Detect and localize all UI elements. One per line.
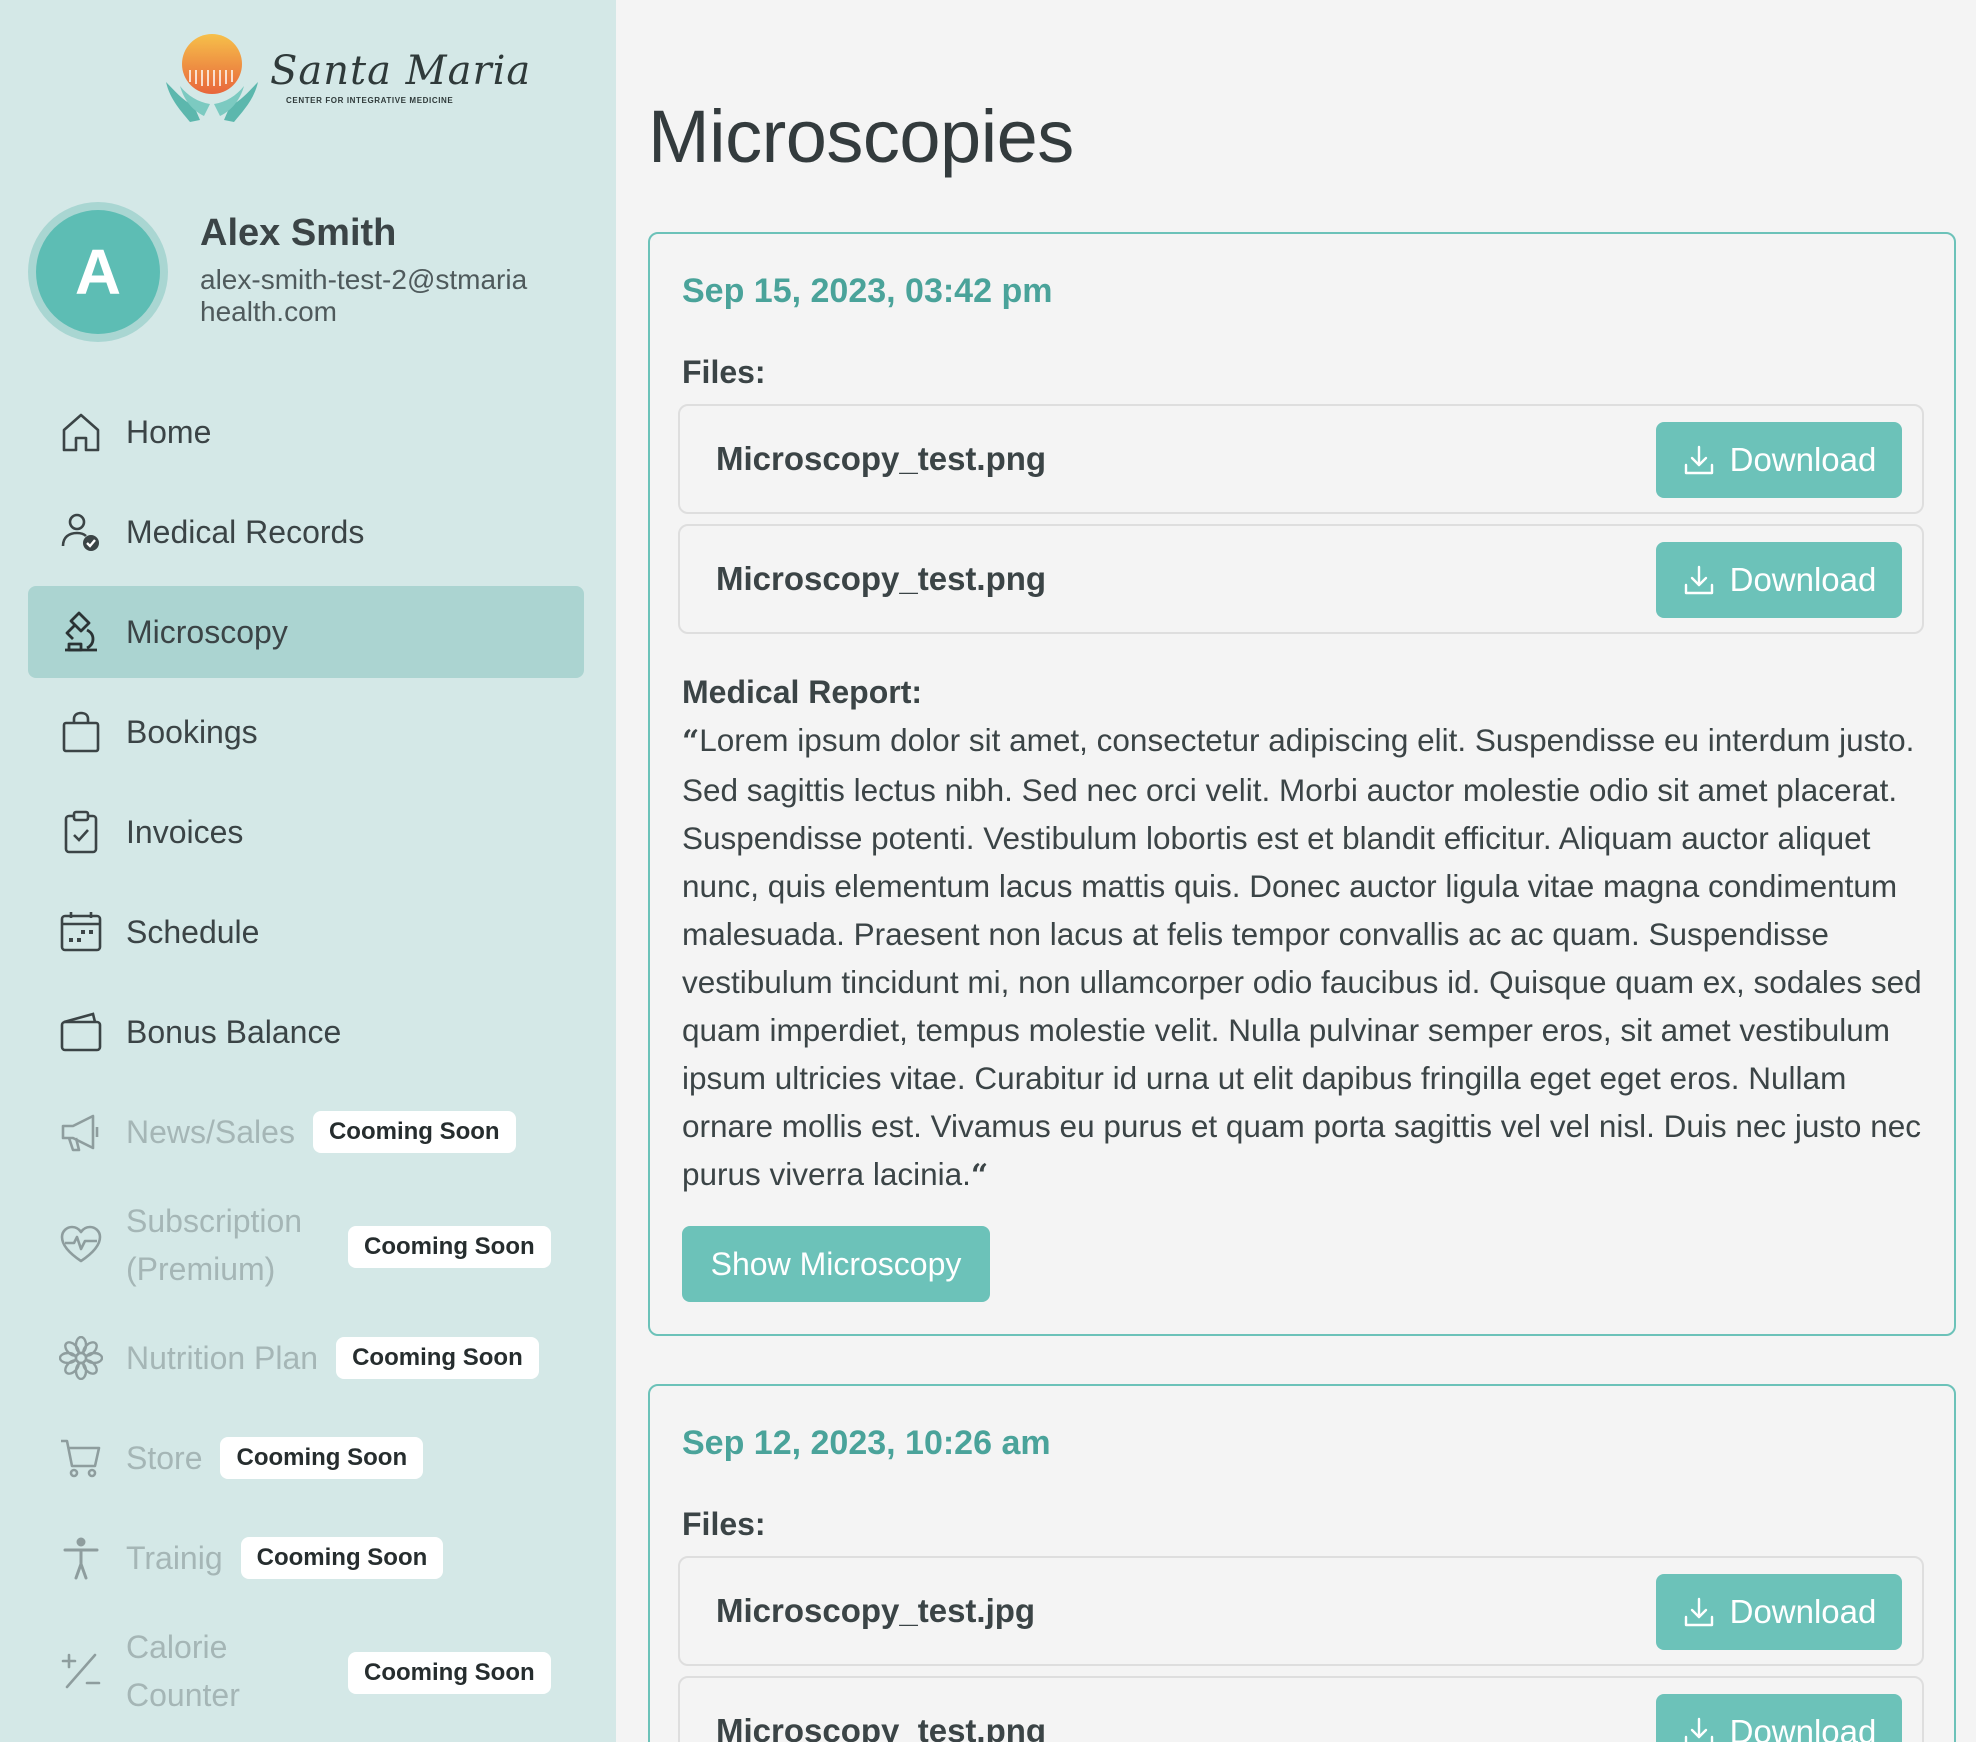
wallet-icon bbox=[58, 1009, 104, 1055]
sidebar: Santa Maria CENTER FOR INTEGRATIVE MEDIC… bbox=[0, 0, 616, 1742]
calendar-icon bbox=[58, 909, 104, 955]
brand-name: Santa Maria bbox=[270, 48, 532, 94]
sidebar-item-home[interactable]: Home bbox=[28, 386, 584, 478]
sidebar-nav: Home Medical Records Microscopy Bookings bbox=[28, 386, 584, 1738]
show-microscopy-button[interactable]: Show Microscopy bbox=[682, 1226, 990, 1302]
sidebar-item-label: Microscopy bbox=[126, 613, 288, 650]
file-name: Microscopy_test.jpg bbox=[716, 1592, 1036, 1629]
sidebar-item-label: Schedule bbox=[126, 913, 260, 950]
download-label: Download bbox=[1729, 1713, 1877, 1742]
sidebar-item-label: Home bbox=[126, 413, 212, 450]
avatar-initial: A bbox=[36, 210, 160, 334]
flower-icon bbox=[58, 1335, 104, 1381]
sidebar-item-subscription[interactable]: Subscription (Premium) Cooming Soon bbox=[28, 1186, 584, 1304]
file-row: Microscopy_test.jpg Download bbox=[678, 1556, 1924, 1666]
report-label: Medical Report: bbox=[682, 674, 923, 710]
files-label: Files: bbox=[682, 354, 766, 390]
files-label: Files: bbox=[682, 1506, 766, 1542]
avatar[interactable]: A bbox=[28, 202, 168, 342]
sidebar-item-label: Medical Records bbox=[126, 513, 365, 550]
logo-hands-sun-icon bbox=[166, 34, 258, 122]
open-quote-icon: “ bbox=[682, 724, 700, 759]
home-icon bbox=[58, 409, 104, 455]
file-row: Microscopy_test.png Download bbox=[678, 1676, 1924, 1742]
sidebar-item-news-sales[interactable]: News/Sales Cooming Soon bbox=[28, 1086, 584, 1178]
sidebar-item-label: Bonus Balance bbox=[126, 1013, 342, 1050]
sidebar-item-invoices[interactable]: Invoices bbox=[28, 786, 584, 878]
microscope-icon bbox=[58, 609, 104, 655]
user-email: alex-smith-test-2@stmariahealth.com bbox=[200, 264, 528, 327]
sidebar-item-calorie-counter[interactable]: Calorie Counter Cooming Soon bbox=[28, 1612, 584, 1730]
shopping-bag-icon bbox=[58, 709, 104, 755]
microscopy-card: Sep 12, 2023, 10:26 am Files: Microscopy… bbox=[648, 1384, 1956, 1742]
coming-soon-badge: Cooming Soon bbox=[348, 1226, 551, 1268]
download-button[interactable]: Download bbox=[1656, 1574, 1902, 1650]
download-button[interactable]: Download bbox=[1656, 1694, 1902, 1742]
file-name: Microscopy_test.png bbox=[716, 1712, 1047, 1742]
download-label: Download bbox=[1729, 561, 1877, 598]
sidebar-item-label: News/Sales bbox=[126, 1113, 295, 1150]
coming-soon-badge: Cooming Soon bbox=[312, 1111, 516, 1153]
sidebar-item-microscopy[interactable]: Microscopy bbox=[28, 586, 584, 678]
user-name: Alex Smith bbox=[200, 212, 397, 254]
medical-report-text: “Lorem ipsum dolor sit amet, consectetur… bbox=[682, 716, 1922, 1200]
record-date: Sep 12, 2023, 10:26 am bbox=[682, 1424, 1051, 1462]
user-profile: A Alex Smith alex-smith-test-2@stmariahe… bbox=[28, 202, 608, 342]
download-icon bbox=[1684, 1717, 1713, 1742]
download-button[interactable]: Download bbox=[1656, 422, 1902, 498]
user-check-icon bbox=[58, 509, 104, 555]
sidebar-item-label: Bookings bbox=[126, 713, 258, 750]
person-icon bbox=[58, 1535, 104, 1581]
sidebar-item-label: Subscription (Premium) bbox=[126, 1203, 303, 1287]
download-icon bbox=[1684, 1597, 1713, 1627]
sidebar-item-bookings[interactable]: Bookings bbox=[28, 686, 584, 778]
record-date: Sep 15, 2023, 03:42 pm bbox=[682, 272, 1053, 310]
sidebar-item-label: Nutrition Plan bbox=[126, 1339, 319, 1376]
plus-minus-icon bbox=[58, 1648, 104, 1694]
page-title: Microscopies bbox=[648, 95, 1074, 178]
cart-icon bbox=[58, 1435, 104, 1481]
file-row: Microscopy_test.png Download bbox=[678, 404, 1924, 514]
sidebar-item-schedule[interactable]: Schedule bbox=[28, 886, 584, 978]
sidebar-item-nutrition-plan[interactable]: Nutrition Plan Cooming Soon bbox=[28, 1312, 584, 1404]
clipboard-check-icon bbox=[58, 809, 104, 855]
sidebar-item-bonus-balance[interactable]: Bonus Balance bbox=[28, 986, 584, 1078]
coming-soon-badge: Cooming Soon bbox=[336, 1337, 539, 1379]
file-name: Microscopy_test.png bbox=[716, 440, 1047, 477]
heart-pulse-icon bbox=[58, 1222, 104, 1268]
download-label: Download bbox=[1729, 441, 1877, 478]
sidebar-item-label: Invoices bbox=[126, 813, 244, 850]
close-quote-icon: “ bbox=[970, 1158, 989, 1193]
brand-tagline: CENTER FOR INTEGRATIVE MEDICINE bbox=[286, 96, 454, 105]
report-body: Lorem ipsum dolor sit amet, consectetur … bbox=[682, 722, 1922, 1192]
download-button[interactable]: Download bbox=[1656, 542, 1902, 618]
coming-soon-badge: Cooming Soon bbox=[220, 1437, 424, 1479]
file-name: Microscopy_test.png bbox=[716, 560, 1047, 597]
coming-soon-badge: Cooming Soon bbox=[240, 1537, 444, 1579]
megaphone-icon bbox=[58, 1109, 104, 1155]
main-content: Microscopies Sep 15, 2023, 03:42 pm File… bbox=[616, 0, 1976, 1742]
brand-logo[interactable]: Santa Maria CENTER FOR INTEGRATIVE MEDIC… bbox=[160, 30, 530, 126]
sidebar-item-label: Calorie Counter bbox=[126, 1629, 240, 1713]
download-label: Download bbox=[1729, 1593, 1877, 1630]
sidebar-item-medical-records[interactable]: Medical Records bbox=[28, 486, 584, 578]
file-row: Microscopy_test.png Download bbox=[678, 524, 1924, 634]
sidebar-item-label: Store bbox=[126, 1439, 203, 1476]
microscopy-card: Sep 15, 2023, 03:42 pm Files: Microscopy… bbox=[648, 232, 1956, 1336]
sidebar-item-store[interactable]: Store Cooming Soon bbox=[28, 1412, 584, 1504]
download-icon bbox=[1684, 565, 1713, 595]
sidebar-item-training[interactable]: Trainig Cooming Soon bbox=[28, 1512, 584, 1604]
coming-soon-badge: Cooming Soon bbox=[348, 1652, 551, 1694]
sidebar-item-label: Trainig bbox=[126, 1539, 223, 1576]
download-icon bbox=[1684, 445, 1713, 475]
